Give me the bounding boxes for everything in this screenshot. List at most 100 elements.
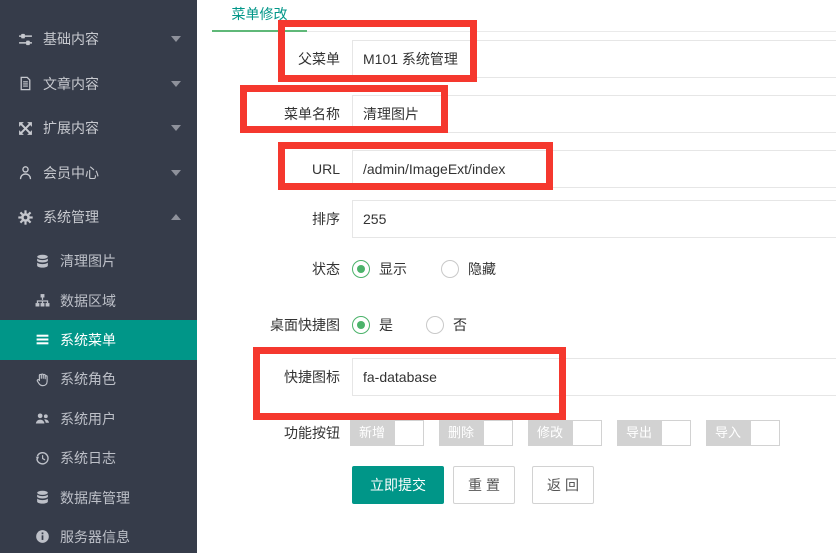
submit-button[interactable]: 立即提交: [352, 466, 444, 504]
users-icon: [35, 411, 50, 426]
main-content: 菜单修改 父菜单 菜单名称 URL 排序 状态: [197, 0, 836, 553]
form-row-menu-name: 菜单名称: [197, 95, 836, 133]
chevron-down-icon: [171, 81, 181, 87]
sidebar-item-label: 基础内容: [43, 29, 171, 49]
user-icon: [18, 165, 33, 180]
submenu-item-server-info[interactable]: 服务器信息: [0, 517, 197, 553]
submenu-item-clean-images[interactable]: 清理图片: [0, 242, 197, 281]
submenu-item-system-menu[interactable]: 系统菜单: [0, 320, 197, 359]
sidebar-item-member-center[interactable]: 会员中心: [0, 151, 197, 196]
arrows-icon: [18, 121, 33, 136]
field-label: 快捷图标: [197, 358, 340, 396]
chevron-down-icon: [171, 170, 181, 176]
sidebar-item-extend-content[interactable]: 扩展内容: [0, 106, 197, 151]
field-label: 状态: [197, 250, 340, 288]
field-label: 功能按钮: [197, 420, 340, 446]
checkbox-box: [661, 420, 691, 446]
checkbox-box: [750, 420, 780, 446]
field-label: 父菜单: [197, 40, 340, 78]
submenu-item-label: 数据区域: [60, 291, 116, 311]
checkbox-modify[interactable]: 修改: [528, 420, 602, 446]
radio-label: 是: [379, 315, 393, 335]
sidebar-item-label: 扩展内容: [43, 118, 171, 138]
shortcut-radio-group: 是 否: [352, 306, 467, 344]
radio-selected-icon: [352, 316, 370, 334]
radio-hide[interactable]: 隐藏: [441, 259, 496, 279]
radio-label: 隐藏: [468, 259, 496, 279]
field-label: 桌面快捷图: [197, 306, 340, 344]
field-label: 菜单名称: [197, 95, 340, 133]
list-icon: [35, 332, 50, 347]
parent-menu-input[interactable]: [352, 40, 836, 78]
url-input[interactable]: [352, 150, 836, 188]
tab-menu-edit[interactable]: 菜单修改: [212, 0, 307, 31]
radio-yes[interactable]: 是: [352, 315, 393, 335]
back-button[interactable]: 返回: [532, 466, 594, 504]
checkbox-export[interactable]: 导出: [617, 420, 691, 446]
submenu-item-system-user[interactable]: 系统用户: [0, 399, 197, 438]
submenu-item-label: 系统菜单: [60, 330, 116, 350]
checkbox-label: 修改: [528, 420, 572, 446]
radio-no[interactable]: 否: [426, 315, 467, 335]
radio-label: 显示: [379, 259, 407, 279]
menu-name-input[interactable]: [352, 95, 836, 133]
sidebar: 基础内容 文章内容 扩展内容 会员: [0, 0, 197, 553]
file-text-icon: [18, 76, 33, 91]
submenu-item-label: 数据库管理: [60, 488, 130, 508]
info-circle-icon: [35, 529, 50, 544]
checkbox-add[interactable]: 新增: [350, 420, 424, 446]
form-row-parent-menu: 父菜单: [197, 40, 836, 78]
database-icon: [35, 254, 50, 269]
checkbox-delete[interactable]: 删除: [439, 420, 513, 446]
sidebar-item-article-content[interactable]: 文章内容: [0, 62, 197, 107]
hand-icon: [35, 372, 50, 387]
tab-active-indicator: [212, 30, 307, 32]
radio-unselected-icon: [441, 260, 459, 278]
history-icon: [35, 451, 50, 466]
radio-show[interactable]: 显示: [352, 259, 407, 279]
form-row-shortcut-icon: 快捷图标: [197, 358, 836, 396]
radio-label: 否: [453, 315, 467, 335]
submenu-item-data-region[interactable]: 数据区域: [0, 281, 197, 320]
field-label: URL: [197, 150, 340, 188]
shortcut-icon-input[interactable]: [352, 358, 836, 396]
sliders-icon: [18, 32, 33, 47]
reset-button[interactable]: 重置: [453, 466, 515, 504]
checkbox-label: 删除: [439, 420, 483, 446]
submenu-item-label: 系统角色: [60, 369, 116, 389]
form-row-function-buttons: 功能按钮 新增 删除 修改 导出 导入: [197, 420, 836, 446]
sidebar-item-system-manage[interactable]: 系统管理: [0, 195, 197, 240]
sort-input[interactable]: [352, 200, 836, 238]
sidebar-item-label: 会员中心: [43, 163, 171, 183]
submenu-item-system-log[interactable]: 系统日志: [0, 438, 197, 477]
checkbox-label: 导出: [617, 420, 661, 446]
tab-label: 菜单修改: [232, 6, 288, 22]
checkbox-label: 导入: [706, 420, 750, 446]
form-row-actions: 立即提交 重置 返回: [197, 466, 836, 504]
submenu-item-database-manage[interactable]: 数据库管理: [0, 478, 197, 517]
status-radio-group: 显示 隐藏: [352, 250, 496, 288]
checkbox-label: 新增: [350, 420, 394, 446]
checkbox-import[interactable]: 导入: [706, 420, 780, 446]
form-row-sort: 排序: [197, 200, 836, 238]
checkbox-box: [572, 420, 602, 446]
chevron-down-icon: [171, 36, 181, 42]
form-row-status: 状态 显示 隐藏: [197, 250, 836, 288]
sidebar-nav: 基础内容 文章内容 扩展内容 会员: [0, 0, 197, 553]
chevron-up-icon: [171, 214, 181, 220]
field-label: 排序: [197, 200, 340, 238]
sidebar-item-basic-content[interactable]: 基础内容: [0, 17, 197, 62]
radio-selected-icon: [352, 260, 370, 278]
form-row-desktop-shortcut: 桌面快捷图 是 否: [197, 306, 836, 344]
admin-page: 基础内容 文章内容 扩展内容 会员: [0, 0, 836, 553]
submenu-item-label: 服务器信息: [60, 527, 130, 547]
sidebar-submenu: 清理图片 数据区域 系统菜单: [0, 240, 197, 553]
submenu-item-label: 清理图片: [60, 251, 116, 271]
submenu-item-system-role[interactable]: 系统角色: [0, 360, 197, 399]
form-row-url: URL: [197, 150, 836, 188]
submenu-item-label: 系统用户: [60, 409, 116, 429]
checkbox-box: [394, 420, 424, 446]
sidebar-item-label: 文章内容: [43, 74, 171, 94]
tab-bar: 菜单修改: [212, 0, 836, 32]
sidebar-item-label: 系统管理: [43, 207, 171, 227]
